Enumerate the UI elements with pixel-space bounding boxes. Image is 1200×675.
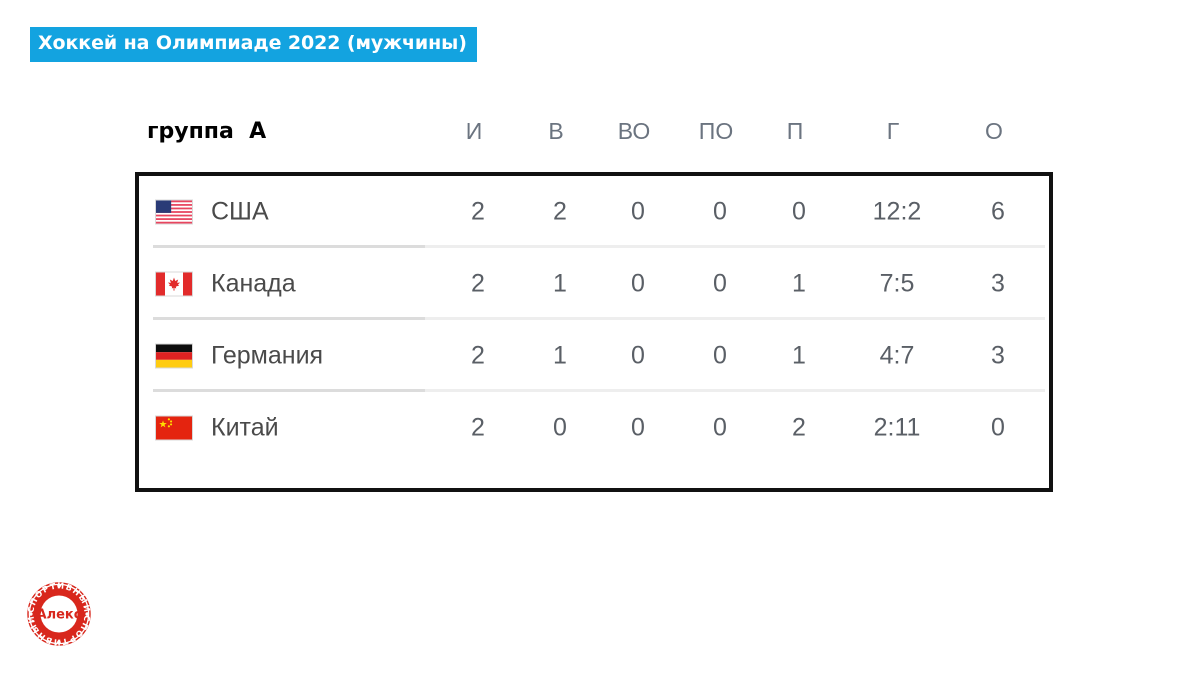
watermark-logo: СПОРТИВНЫЙ СПОРТИВНЫЙ Алекс (23, 578, 95, 650)
cell-goals: 2:11 (873, 413, 921, 442)
cell-ot-losses: 0 (713, 269, 727, 298)
cell-ot-wins: 0 (631, 413, 645, 442)
cell-losses: 0 (792, 197, 806, 226)
cell-wins: 0 (553, 413, 567, 442)
cell-points: 0 (991, 413, 1005, 442)
cell-ot-losses: 0 (713, 197, 727, 226)
table-row[interactable]: Китай 2 0 0 0 2 2:11 0 (139, 392, 1049, 464)
flag-germany-icon (155, 343, 193, 369)
cell-wins: 1 (553, 269, 567, 298)
flag-canada-icon (155, 271, 193, 297)
flag-china-icon (155, 415, 193, 441)
cell-ot-losses: 0 (713, 341, 727, 370)
cell-ot-wins: 0 (631, 197, 645, 226)
group-label: группа А (147, 119, 267, 144)
flag-usa-icon (155, 199, 193, 225)
svg-text:Алекс: Алекс (37, 608, 82, 623)
column-header-goals: Г (886, 118, 900, 144)
table-row[interactable]: США 2 2 0 0 0 12:2 6 (139, 176, 1049, 248)
cell-ot-wins: 0 (631, 341, 645, 370)
table-row[interactable]: Германия 2 1 0 0 1 4:7 3 (139, 320, 1049, 392)
column-header-ot-wins: ВО (617, 118, 651, 144)
cell-goals: 7:5 (879, 269, 915, 298)
cell-losses: 1 (792, 269, 806, 298)
cell-wins: 2 (553, 197, 567, 226)
cell-wins: 1 (553, 341, 567, 370)
cell-ot-wins: 0 (631, 269, 645, 298)
team-name: Канада (211, 269, 296, 298)
cell-games: 2 (471, 341, 485, 370)
cell-points: 6 (991, 197, 1005, 226)
column-header-games: И (465, 118, 483, 144)
cell-goals: 4:7 (879, 341, 915, 370)
team-name: Германия (211, 341, 324, 370)
column-header-losses: П (786, 118, 804, 144)
team-name: Китай (211, 413, 279, 442)
cell-games: 2 (471, 197, 485, 226)
standings-table: США 2 2 0 0 0 12:2 6 Канада 2 1 0 0 1 7:… (135, 172, 1053, 492)
cell-games: 2 (471, 413, 485, 442)
table-row[interactable]: Канада 2 1 0 0 1 7:5 3 (139, 248, 1049, 320)
team-name: США (211, 197, 269, 226)
cell-losses: 2 (792, 413, 806, 442)
column-header-points: О (985, 118, 1003, 144)
cell-ot-losses: 0 (713, 413, 727, 442)
column-header-ot-losses: ПО (698, 118, 734, 144)
column-header-wins: В (548, 118, 564, 144)
cell-losses: 1 (792, 341, 806, 370)
page-title-banner: Хоккей на Олимпиаде 2022 (мужчины) (30, 27, 477, 62)
table-header-row: группа А И В ВО ПО П Г О (135, 112, 1053, 166)
cell-goals: 12:2 (872, 197, 922, 226)
cell-games: 2 (471, 269, 485, 298)
cell-points: 3 (991, 341, 1005, 370)
cell-points: 3 (991, 269, 1005, 298)
